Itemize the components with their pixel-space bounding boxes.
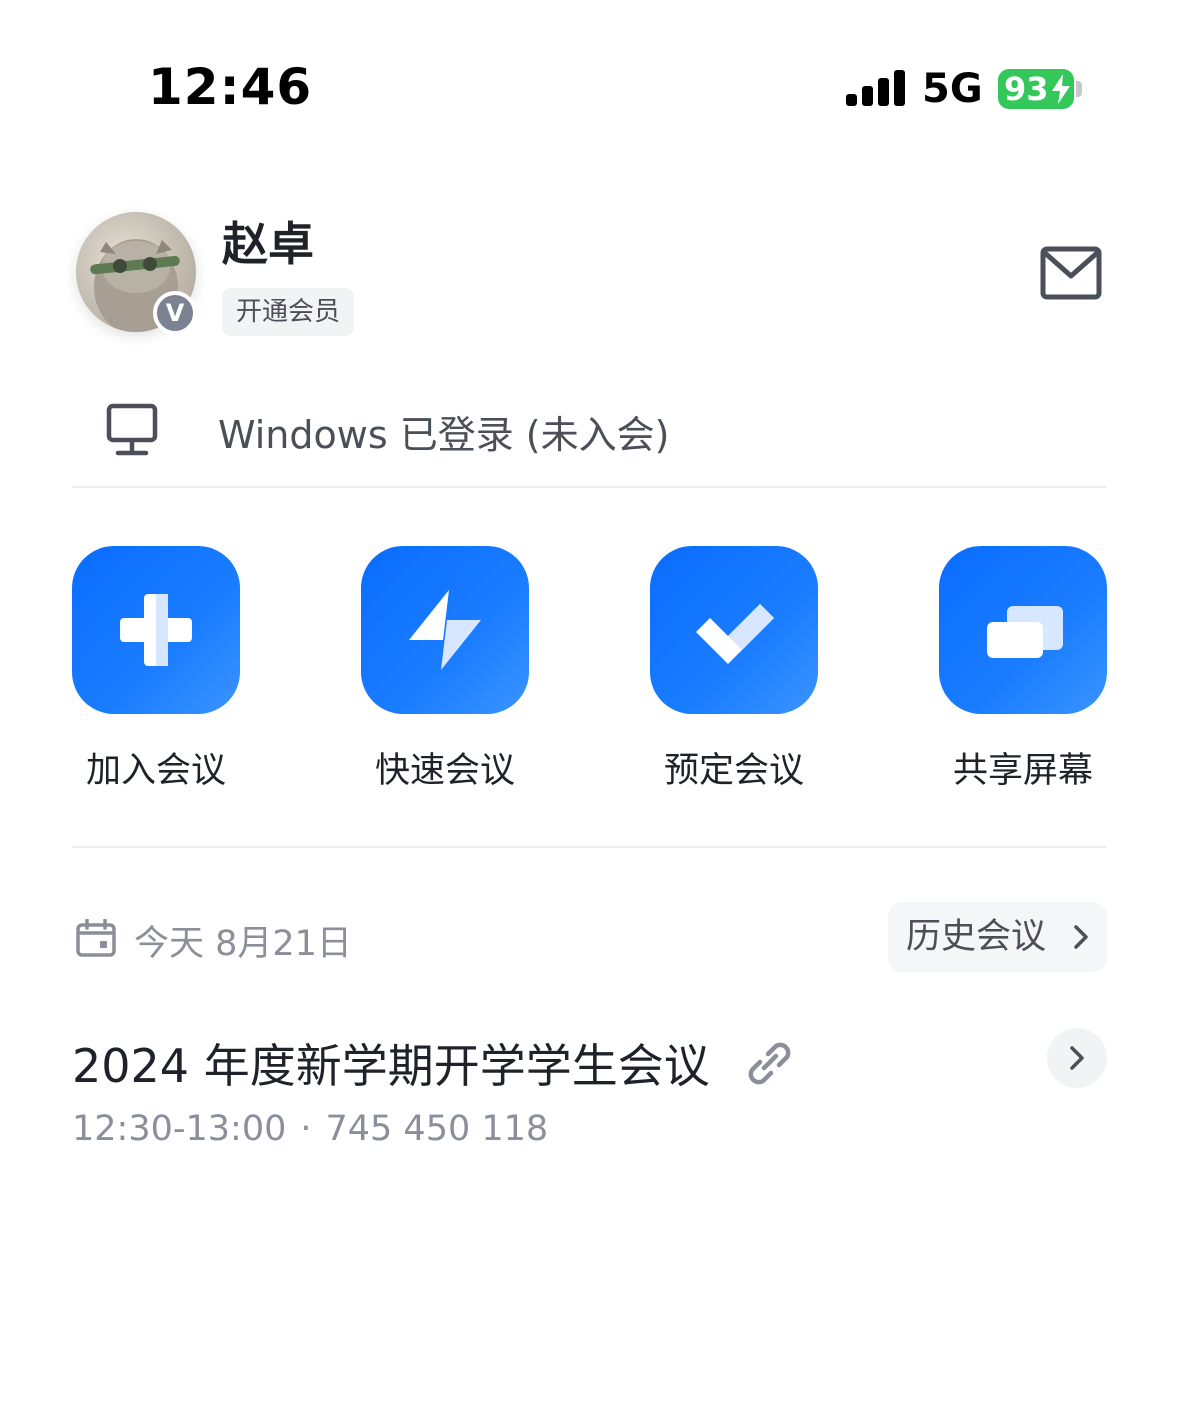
vip-badge: V — [153, 291, 197, 335]
mail-icon[interactable] — [1040, 246, 1102, 300]
device-login-status[interactable]: Windows 已登录 (未入会) — [218, 404, 669, 459]
schedule-meeting-button[interactable]: 预定会议 — [650, 546, 818, 793]
monitor-icon — [106, 403, 158, 456]
join-meeting-button[interactable]: 加入会议 — [72, 546, 240, 793]
meeting-meta: 12:30-13:00 · 745 450 118 — [72, 1109, 548, 1149]
network-type: 5G — [922, 66, 983, 112]
divider — [72, 846, 1107, 848]
today-date-label: 今天 8月21日 — [134, 924, 352, 964]
join-meeting-label: 加入会议 — [85, 751, 226, 791]
quick-meeting-tile[interactable] — [361, 546, 529, 714]
chevron-right-icon — [1070, 1046, 1084, 1070]
meta-separator: · — [300, 1109, 312, 1149]
plus-icon — [120, 594, 192, 666]
status-time: 12:46 — [148, 58, 313, 116]
chevron-right-icon — [1074, 925, 1088, 949]
share-screen-button[interactable]: 共享屏幕 — [939, 546, 1107, 793]
calendar-icon — [76, 919, 116, 957]
signal-strength-icon — [846, 70, 905, 106]
divider — [72, 486, 1107, 488]
schedule-meeting-label: 预定会议 — [663, 751, 804, 791]
meeting-title[interactable]: 2024 年度新学期开学学生会议 — [72, 1030, 710, 1096]
meeting-time: 12:30-13:00 — [72, 1109, 287, 1149]
share-screen-tile[interactable] — [939, 546, 1107, 714]
charging-bolt-icon — [1052, 74, 1070, 104]
share-screen-label: 共享屏幕 — [952, 751, 1093, 791]
battery-nub — [1076, 81, 1082, 97]
checkmark-icon — [696, 604, 774, 664]
quick-meeting-button[interactable]: 快速会议 — [361, 546, 529, 793]
membership-button[interactable]: 开通会员 — [222, 288, 355, 336]
history-meetings-button[interactable]: 历史会议 — [888, 902, 1107, 972]
join-meeting-tile[interactable] — [72, 546, 240, 714]
quick-meeting-label: 快速会议 — [374, 751, 515, 791]
user-name: 赵卓 — [222, 217, 314, 271]
lightning-icon — [409, 590, 481, 670]
share-screen-icon — [987, 606, 1063, 658]
link-icon[interactable] — [744, 1038, 792, 1088]
history-meetings-label: 历史会议 — [906, 917, 1047, 957]
meeting-detail-button[interactable] — [1047, 1028, 1107, 1088]
meeting-id: 745 450 118 — [325, 1109, 549, 1149]
schedule-meeting-tile[interactable] — [650, 546, 818, 714]
